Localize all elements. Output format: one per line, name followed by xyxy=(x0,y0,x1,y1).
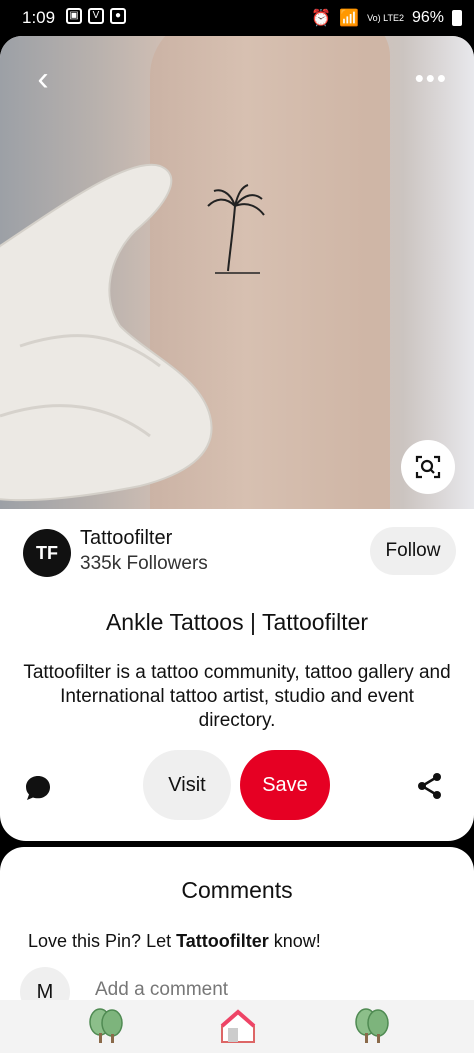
status-right: ⏰ 📶 Vo) LTE2 96% xyxy=(311,8,462,28)
back-icon[interactable]: ‹ xyxy=(26,62,60,98)
status-time: 1:09 xyxy=(22,8,56,27)
comment-input[interactable]: Add a comment xyxy=(95,979,228,1001)
status-bar: 1:09 ▣ V ● ⏰ 📶 Vo) LTE2 96% xyxy=(0,0,474,36)
save-button[interactable]: Save xyxy=(240,750,330,820)
home-icon[interactable] xyxy=(218,1006,258,1046)
comment-prompt: Love this Pin? Let Tattoofilter know! xyxy=(28,931,321,952)
creator-row: TF Tattoofilter 335k Followers Follow xyxy=(23,527,456,585)
record-icon: ● xyxy=(110,8,126,24)
follow-button[interactable]: Follow xyxy=(370,527,456,575)
network-label: Vo) LTE2 xyxy=(367,13,404,23)
comments-title: Comments xyxy=(181,877,293,903)
pin-image[interactable]: ‹ ••• xyxy=(0,36,474,509)
creator-name[interactable]: Tattoofilter xyxy=(80,527,172,550)
tree-icon[interactable] xyxy=(86,1006,126,1046)
signal-icon: 📶 xyxy=(339,10,360,27)
battery-icon xyxy=(452,10,462,26)
comment-icon[interactable] xyxy=(24,774,52,802)
comment-prompt-suffix: know! xyxy=(268,931,321,951)
alarm-icon: ⏰ xyxy=(311,10,332,27)
pin-description: Tattoofilter is a tattoo community, tatt… xyxy=(23,662,451,731)
more-icon[interactable]: ••• xyxy=(415,65,448,91)
visual-search-button[interactable] xyxy=(401,440,455,494)
pin-title: Ankle Tattoos | Tattoofilter xyxy=(105,609,369,635)
glove-hand xyxy=(0,163,213,502)
bottom-nav xyxy=(0,1000,474,1053)
battery-text: 96% xyxy=(411,9,444,26)
creator-avatar[interactable]: TF xyxy=(23,529,71,577)
v-icon: V xyxy=(88,8,104,24)
tree-icon[interactable] xyxy=(352,1006,392,1046)
share-icon[interactable] xyxy=(416,772,444,800)
action-bar: Visit Save xyxy=(0,750,474,822)
creator-followers: 335k Followers xyxy=(80,553,208,574)
pin-card: ‹ ••• TF Tattoofilter 335k Followers Fol… xyxy=(0,36,474,841)
visual-search-icon xyxy=(415,455,441,479)
visit-button[interactable]: Visit xyxy=(143,750,231,820)
palm-tattoo xyxy=(207,184,265,274)
notification-icons: ▣ V ● xyxy=(66,8,126,24)
comment-prompt-name: Tattoofilter xyxy=(176,931,269,951)
gallery-icon: ▣ xyxy=(66,8,82,24)
comment-prompt-prefix: Love this Pin? Let xyxy=(28,931,177,951)
